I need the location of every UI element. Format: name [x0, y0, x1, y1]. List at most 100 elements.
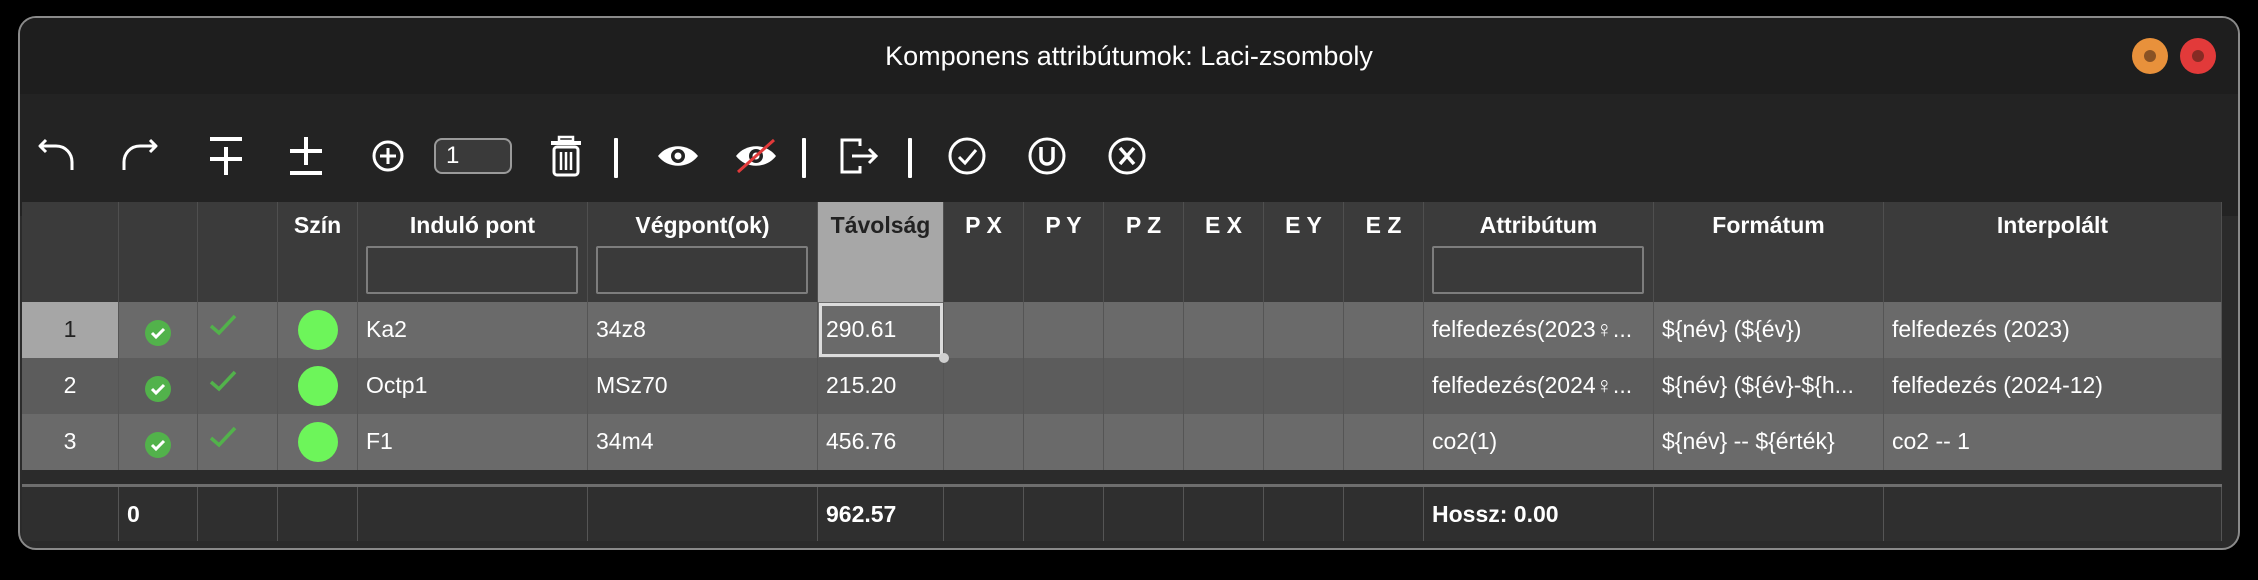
cell-py[interactable]	[1024, 358, 1104, 414]
col-py[interactable]: P Y	[1024, 202, 1104, 302]
cell-indulo[interactable]: Octp1	[358, 358, 588, 414]
col-ez[interactable]: E Z	[1344, 202, 1424, 302]
cell-interpolalt[interactable]: felfedezés (2024-12)	[1884, 358, 2222, 414]
cell-pz[interactable]	[1104, 302, 1184, 358]
insert-above-icon[interactable]	[202, 132, 250, 180]
table-spacer	[22, 470, 2222, 484]
indulo-filter-input[interactable]	[366, 246, 578, 294]
export-icon[interactable]	[832, 132, 886, 180]
toolbar-separator	[802, 138, 806, 178]
eye-icon[interactable]	[648, 132, 708, 180]
row-status[interactable]	[119, 302, 198, 358]
ok-circle-icon	[145, 432, 171, 458]
cell-tavolsag[interactable]: 290.61	[818, 302, 944, 358]
row-check[interactable]	[198, 302, 278, 358]
cell-tavolsag[interactable]: 215.20	[818, 358, 944, 414]
col-szin[interactable]: Szín	[278, 202, 358, 302]
cell-vegpont[interactable]: MSz70	[588, 358, 818, 414]
cell-vegpont[interactable]: 34m4	[588, 414, 818, 470]
cell-ez[interactable]	[1344, 302, 1424, 358]
toolbar-separator	[908, 138, 912, 178]
check-circle-icon[interactable]	[940, 132, 994, 180]
footer-count: 0	[119, 487, 198, 541]
cell-ey[interactable]	[1264, 414, 1344, 470]
col-pz[interactable]: P Z	[1104, 202, 1184, 302]
col-ex[interactable]: E X	[1184, 202, 1264, 302]
row-number[interactable]: 2	[22, 358, 119, 414]
redo-icon[interactable]	[114, 132, 162, 180]
row-number[interactable]: 3	[22, 414, 119, 470]
undo-icon[interactable]	[34, 132, 82, 180]
col-vegpont[interactable]: Végpont(ok)	[588, 202, 818, 302]
count-input[interactable]	[434, 138, 512, 174]
minimize-button[interactable]	[2132, 38, 2168, 74]
cell-pz[interactable]	[1104, 414, 1184, 470]
footer-cell	[1654, 487, 1884, 541]
row-number[interactable]: 1	[22, 302, 119, 358]
eye-off-icon[interactable]	[726, 132, 786, 180]
cell-ey[interactable]	[1264, 302, 1344, 358]
cell-interpolalt[interactable]: co2 -- 1	[1884, 414, 2222, 470]
footer-cell	[278, 487, 358, 541]
cell-tavolsag[interactable]: 456.76	[818, 414, 944, 470]
color-swatch[interactable]	[298, 422, 338, 462]
row-check[interactable]	[198, 414, 278, 470]
checkmark-icon	[209, 370, 237, 392]
footer-cell	[1184, 487, 1264, 541]
ok-circle-icon	[145, 376, 171, 402]
cell-attributum[interactable]: felfedezés(2023♀...	[1424, 302, 1654, 358]
cell-ex[interactable]	[1184, 302, 1264, 358]
cell-ez[interactable]	[1344, 414, 1424, 470]
col-tavolsag[interactable]: Távolság	[818, 202, 944, 302]
cell-vegpont[interactable]: 34z8	[588, 302, 818, 358]
col-interpolalt[interactable]: Interpolált	[1884, 202, 2222, 302]
corner-header	[22, 202, 119, 302]
color-swatch[interactable]	[298, 366, 338, 406]
title-bar: Komponens attribútumok: Laci-zsomboly	[20, 18, 2238, 94]
col-px[interactable]: P X	[944, 202, 1024, 302]
cell-px[interactable]	[944, 414, 1024, 470]
row-color[interactable]	[278, 414, 358, 470]
row-color[interactable]	[278, 358, 358, 414]
add-circle-icon[interactable]	[364, 132, 412, 180]
cell-formatum[interactable]: ${név} (${év})	[1654, 302, 1884, 358]
cell-attributum[interactable]: co2(1)	[1424, 414, 1654, 470]
checkmark-icon	[209, 426, 237, 448]
row-status[interactable]	[119, 414, 198, 470]
cell-attributum[interactable]: felfedezés(2024♀...	[1424, 358, 1654, 414]
cell-ez[interactable]	[1344, 358, 1424, 414]
cell-interpolalt[interactable]: felfedezés (2023)	[1884, 302, 2222, 358]
row-status[interactable]	[119, 358, 198, 414]
col-ey[interactable]: E Y	[1264, 202, 1344, 302]
cell-pz[interactable]	[1104, 358, 1184, 414]
check-header	[198, 202, 278, 302]
trash-icon[interactable]	[542, 132, 590, 180]
col-indulo[interactable]: Induló pont	[358, 202, 588, 302]
vegpont-filter-input[interactable]	[596, 246, 808, 294]
cell-py[interactable]	[1024, 302, 1104, 358]
cell-formatum[interactable]: ${név} -- ${érték}	[1654, 414, 1884, 470]
row-check[interactable]	[198, 358, 278, 414]
selection-fill-handle[interactable]	[939, 353, 949, 363]
cell-ex[interactable]	[1184, 358, 1264, 414]
cell-px[interactable]	[944, 358, 1024, 414]
cell-indulo[interactable]: Ka2	[358, 302, 588, 358]
color-swatch[interactable]	[298, 310, 338, 350]
cell-formatum[interactable]: ${név} (${év}-${h...	[1654, 358, 1884, 414]
toolbar-separator	[614, 138, 618, 178]
footer-total-distance: 962.57	[818, 487, 944, 541]
cell-ey[interactable]	[1264, 358, 1344, 414]
col-attributum[interactable]: Attribútum	[1424, 202, 1654, 302]
close-button[interactable]	[2180, 38, 2216, 74]
cell-indulo[interactable]: F1	[358, 414, 588, 470]
u-circle-icon[interactable]	[1020, 132, 1074, 180]
attributum-filter-input[interactable]	[1432, 246, 1644, 294]
cell-ex[interactable]	[1184, 414, 1264, 470]
col-formatum[interactable]: Formátum	[1654, 202, 1884, 302]
insert-below-icon[interactable]	[282, 132, 330, 180]
x-circle-icon[interactable]	[1100, 132, 1154, 180]
cell-py[interactable]	[1024, 414, 1104, 470]
row-color[interactable]	[278, 302, 358, 358]
cell-px[interactable]	[944, 302, 1024, 358]
footer-cell	[1264, 487, 1344, 541]
